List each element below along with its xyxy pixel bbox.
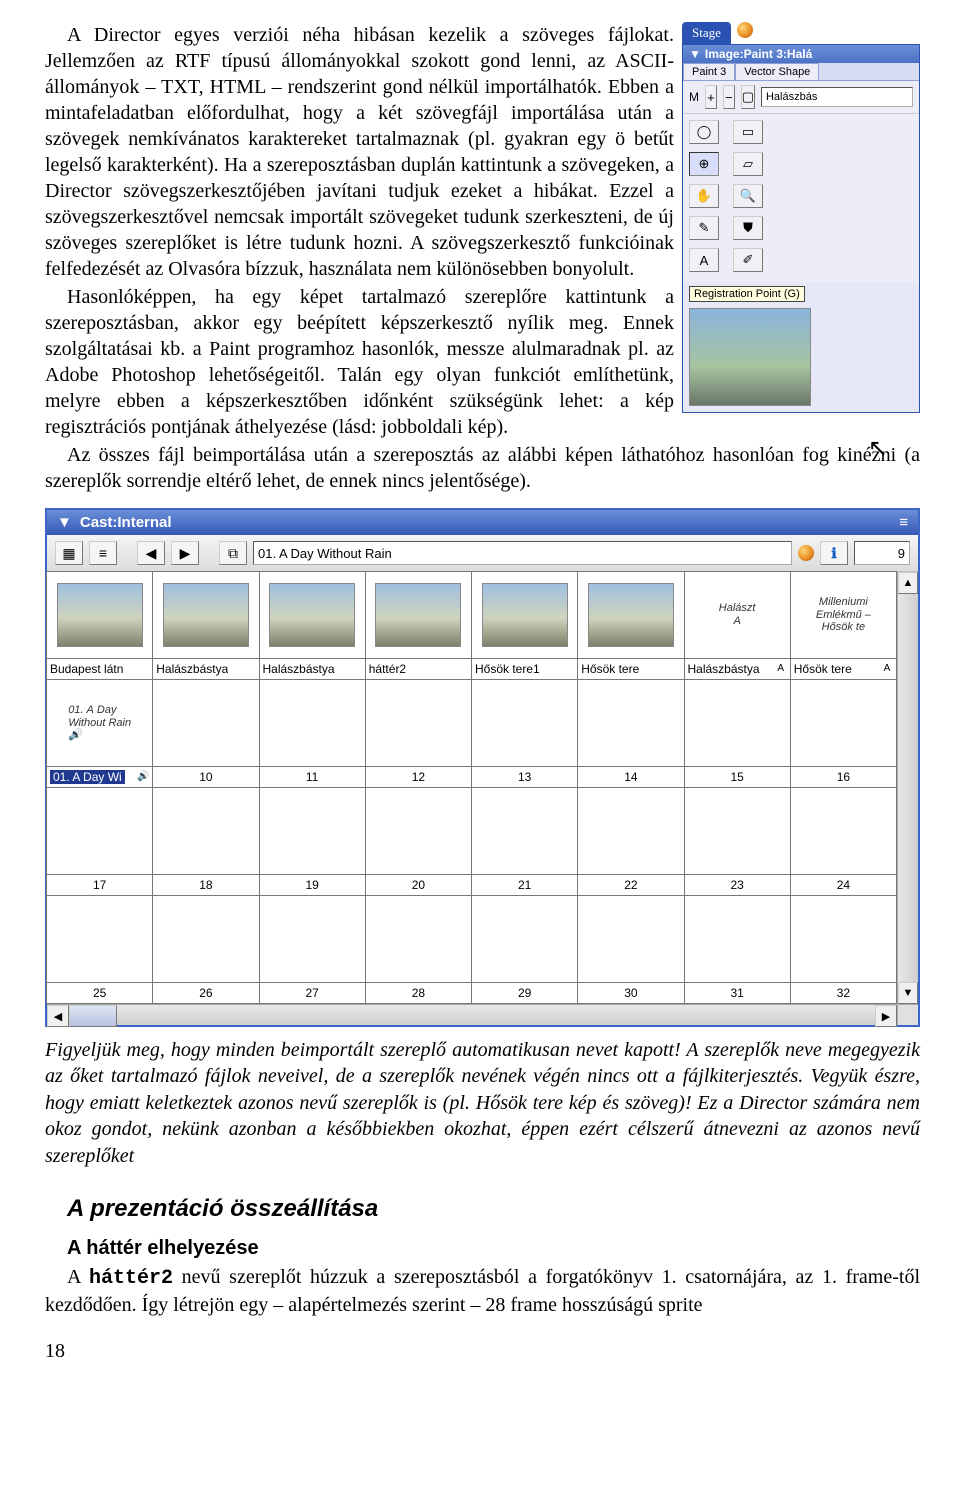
stage-tab[interactable]: Stage [682,22,731,44]
cast-cell[interactable]: 32 [790,895,897,1004]
text-span: A [67,1266,89,1288]
brush-icon[interactable]: ✐ [733,248,763,272]
registration-point-icon[interactable]: ⊕ [689,152,719,176]
chevron-down-icon[interactable]: ▼ [57,514,72,531]
app-logo-icon [798,545,814,561]
cast-cell[interactable]: 31 [684,895,791,1004]
cast-cell[interactable]: MilleniumiEmlékmű –Hősök teHősök tereA [790,571,897,680]
vertical-scrollbar[interactable]: ▲ ↖ ▼ [897,572,918,1004]
cast-cell[interactable]: Budapest látn [46,571,153,680]
cast-cell[interactable]: Hősök tere [577,571,684,680]
sub-heading: A háttér elhelyezése [67,1237,920,1260]
cast-cell[interactable]: 26 [152,895,259,1004]
cast-cell[interactable]: 21 [471,787,578,896]
eraser-icon[interactable]: ▱ [733,152,763,176]
cast-cell[interactable]: 16 [790,679,897,788]
scroll-thumb[interactable] [69,1005,117,1027]
menu-icon[interactable]: ≡ [899,514,908,531]
prev-icon[interactable]: ◀ [137,541,165,565]
app-logo-icon [737,22,753,38]
cast-cell[interactable]: Halászbástya [259,571,366,680]
cast-cell[interactable]: 17 [46,787,153,896]
tab-vector-shape[interactable]: Vector Shape [735,63,819,80]
plus-icon[interactable]: + [705,85,717,109]
tooltip-registration-point: Registration Point (G) [689,286,805,302]
last-paragraph: A háttér2 nevű szereplőt húzzuk a szerep… [45,1264,920,1318]
cast-cell[interactable]: 29 [471,895,578,1004]
marquee-icon[interactable]: ▭ [733,120,763,144]
zoom-icon[interactable]: 🔍 [733,184,763,208]
italic-note: Figyeljük meg, hogy minden beimportált s… [45,1037,920,1169]
page-number: 18 [45,1340,920,1363]
cast-cell[interactable]: 11 [259,679,366,788]
lasso-icon[interactable]: ◯ [689,120,719,144]
cast-cell[interactable]: 23 [684,787,791,896]
cast-window: ▼ Cast:Internal ≡ ▦ ≡ ◀ ▶ ⧉ ℹ Budapest l… [45,508,920,1027]
cast-grid[interactable]: Budapest látnHalászbástyaHalászbástyahát… [47,572,897,1004]
drag-icon[interactable]: ⧉ [219,541,247,565]
cast-cell[interactable]: 19 [259,787,366,896]
text-span: nevű szereplőt húzzuk a szereposztásból … [45,1266,920,1316]
bucket-icon[interactable]: ⛊ [733,216,763,240]
tab-paint[interactable]: Paint 3 [683,63,735,80]
body-paragraph-3: Az összes fájl beimportálása után a szer… [45,442,920,494]
cast-cell[interactable]: 10 [152,679,259,788]
cast-member-index-field[interactable] [854,541,910,565]
horizontal-scrollbar[interactable]: ◀ ▶ [47,1004,918,1025]
paint-canvas-preview [689,308,811,406]
inspector-title-bar: ▼ Image:Paint 3:Halá [683,45,919,63]
label-m: M [689,90,699,104]
cast-member-name-field[interactable] [253,541,792,565]
section-heading: A prezentáció összeállítása [67,1195,920,1223]
cast-toolbar: ▦ ≡ ◀ ▶ ⧉ ℹ [47,535,918,572]
image-name-field[interactable] [761,87,913,107]
minus-icon[interactable]: − [723,85,735,109]
next-icon[interactable]: ▶ [171,541,199,565]
view-list-icon[interactable]: ≡ [89,541,117,565]
cast-cell[interactable]: 24 [790,787,897,896]
cast-cell[interactable]: 13 [471,679,578,788]
cast-titlebar[interactable]: ▼ Cast:Internal ≡ [47,510,918,535]
text-tool-icon[interactable]: A [689,248,719,272]
cast-cell[interactable]: 01. A Day Without Rain🔊01. A Day Wi🔊 [46,679,153,788]
cast-cell[interactable]: Hősök tere1 [471,571,578,680]
scroll-up-icon[interactable]: ▲ [898,572,918,594]
cast-cell[interactable]: HalásztAHalászbástyaA [684,571,791,680]
cast-cell[interactable]: 25 [46,895,153,1004]
mono-hatter2: háttér2 [89,1267,173,1290]
inspector-title: Image:Paint 3:Halá [705,47,812,61]
cast-cell[interactable]: Halászbástya [152,571,259,680]
hand-icon[interactable]: ✋ [689,184,719,208]
square-icon[interactable]: ▢ [741,85,755,109]
cast-cell[interactable]: 12 [365,679,472,788]
cast-cell[interactable]: 20 [365,787,472,896]
cast-cell[interactable]: 15 [684,679,791,788]
cast-cell[interactable]: 22 [577,787,684,896]
scroll-left-icon[interactable]: ◀ [47,1005,69,1027]
view-grid-icon[interactable]: ▦ [55,541,83,565]
cast-cell[interactable]: 14 [577,679,684,788]
chevron-down-icon[interactable]: ▼ [689,47,701,61]
cast-cell[interactable]: 30 [577,895,684,1004]
cast-title: Cast:Internal [80,514,172,531]
paint-inspector: Stage ▼ Image:Paint 3:Halá Paint 3 Vecto… [682,22,920,413]
info-icon[interactable]: ℹ [820,541,848,565]
cast-cell[interactable]: 18 [152,787,259,896]
scroll-right-icon[interactable]: ▶ [875,1005,897,1027]
eyedropper-icon[interactable]: ✎ [689,216,719,240]
cast-cell[interactable]: háttér2 [365,571,472,680]
cast-cell[interactable]: 27 [259,895,366,1004]
scroll-down-icon[interactable]: ▼ [898,982,918,1004]
cast-cell[interactable]: 28 [365,895,472,1004]
